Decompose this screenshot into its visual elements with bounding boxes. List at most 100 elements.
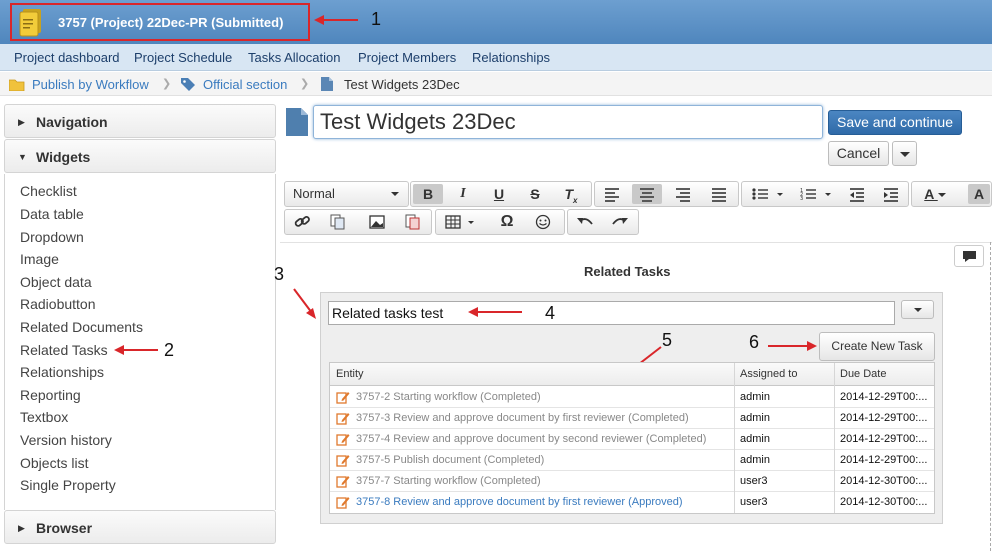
insert-group bbox=[284, 209, 432, 235]
column-header-entity[interactable]: Entity bbox=[336, 368, 364, 380]
task-entity[interactable]: 3757-7 Starting workflow (Completed) bbox=[356, 475, 731, 487]
image-icon[interactable] bbox=[362, 212, 392, 232]
widget-options-dropdown[interactable] bbox=[901, 300, 934, 319]
caret-right-icon: ▶ bbox=[18, 117, 25, 127]
indent-icon[interactable] bbox=[876, 184, 906, 204]
task-entity[interactable]: 3757-4 Review and approve document by se… bbox=[356, 433, 731, 445]
widget-version-history[interactable]: Version history bbox=[20, 432, 112, 448]
italic-icon[interactable]: I bbox=[448, 184, 478, 204]
column-header-due-date[interactable]: Due Date bbox=[840, 368, 886, 380]
task-entity[interactable]: 3757-3 Review and approve document by fi… bbox=[356, 412, 731, 424]
accordion-label: Widgets bbox=[36, 149, 91, 165]
comment-button[interactable] bbox=[954, 245, 984, 267]
underline-icon[interactable]: U bbox=[484, 184, 514, 204]
outdent-icon[interactable] bbox=[842, 184, 872, 204]
create-new-task-button[interactable]: Create New Task bbox=[819, 332, 935, 361]
undo-icon[interactable] bbox=[570, 212, 600, 232]
bulleted-list-icon[interactable] bbox=[744, 184, 788, 204]
caret-down-icon: ▼ bbox=[18, 152, 27, 162]
table-row[interactable]: 3757-8 Review and approve document by fi… bbox=[330, 492, 934, 513]
menu-project-members[interactable]: Project Members bbox=[358, 50, 456, 65]
clear-format-icon[interactable]: Tx bbox=[556, 184, 586, 205]
widget-dropdown[interactable]: Dropdown bbox=[20, 229, 84, 245]
special-character-icon[interactable]: Ω bbox=[492, 212, 522, 232]
strikethrough-icon[interactable]: S bbox=[520, 184, 550, 204]
align-right-icon[interactable] bbox=[668, 184, 698, 204]
widget-radiobutton[interactable]: Radiobutton bbox=[20, 296, 96, 312]
table-row[interactable]: 3757-3 Review and approve document by fi… bbox=[330, 408, 934, 429]
document-insert-icon[interactable] bbox=[397, 212, 427, 232]
widget-reporting[interactable]: Reporting bbox=[20, 387, 81, 403]
align-left-icon[interactable] bbox=[597, 184, 627, 204]
copy-icon[interactable] bbox=[322, 212, 352, 232]
edit-icon[interactable] bbox=[336, 432, 350, 446]
annotation-3: 3 bbox=[274, 264, 285, 284]
link-icon[interactable] bbox=[287, 212, 317, 232]
annotation-arrow-3 bbox=[293, 288, 316, 319]
breadcrumb-publish-by-workflow[interactable]: Publish by Workflow bbox=[32, 77, 149, 92]
widget-related-documents[interactable]: Related Documents bbox=[20, 319, 143, 335]
breadcrumb-official-section[interactable]: Official section bbox=[203, 77, 287, 92]
table-row[interactable]: 3757-5 Publish document (Completed) admi… bbox=[330, 450, 934, 471]
widget-checklist[interactable]: Checklist bbox=[20, 183, 77, 199]
column-header-assigned-to[interactable]: Assigned to bbox=[740, 368, 797, 380]
edit-icon[interactable] bbox=[336, 411, 350, 425]
menu-project-schedule[interactable]: Project Schedule bbox=[134, 50, 232, 65]
smiley-icon[interactable] bbox=[528, 212, 558, 232]
task-entity[interactable]: 3757-5 Publish document (Completed) bbox=[356, 454, 731, 466]
alignment-group bbox=[594, 181, 739, 207]
widget-textbox[interactable]: Textbox bbox=[20, 409, 68, 425]
related-tasks-heading: Related Tasks bbox=[584, 264, 671, 279]
table-icon[interactable] bbox=[438, 212, 484, 232]
title-input[interactable] bbox=[313, 105, 823, 139]
widget-relationships[interactable]: Relationships bbox=[20, 364, 104, 380]
align-justify-icon[interactable] bbox=[704, 184, 734, 204]
task-assignee: user3 bbox=[740, 475, 768, 487]
widget-data-table[interactable]: Data table bbox=[20, 206, 84, 222]
list-group: 123 bbox=[741, 181, 909, 207]
related-tasks-grid: Entity Assigned to Due Date 3757-2 Start… bbox=[329, 362, 935, 514]
widget-single-property[interactable]: Single Property bbox=[20, 477, 116, 493]
task-due-date: 2014-12-29T00:... bbox=[840, 454, 928, 466]
menu-relationships[interactable]: Relationships bbox=[472, 50, 550, 65]
text-style-group: B I U S Tx bbox=[410, 181, 592, 207]
cancel-button[interactable]: Cancel bbox=[828, 141, 889, 166]
related-tasks-title-input[interactable]: Related tasks test bbox=[328, 301, 895, 325]
document-icon bbox=[286, 108, 308, 136]
widget-related-tasks[interactable]: Related Tasks bbox=[20, 342, 108, 358]
accordion-widgets[interactable]: ▼ Widgets bbox=[4, 139, 276, 173]
annotation-arrow-4 bbox=[468, 307, 522, 317]
task-assignee: user3 bbox=[740, 496, 768, 508]
bold-icon[interactable]: B bbox=[413, 184, 443, 204]
menu-project-dashboard[interactable]: Project dashboard bbox=[14, 50, 120, 65]
column-divider bbox=[734, 363, 735, 513]
save-and-continue-button[interactable]: Save and continue bbox=[828, 110, 962, 135]
table-row[interactable]: 3757-2 Starting workflow (Completed) adm… bbox=[330, 387, 934, 408]
accordion-navigation[interactable]: ▶ Navigation bbox=[4, 104, 276, 138]
menu-tasks-allocation[interactable]: Tasks Allocation bbox=[248, 50, 341, 65]
widget-object-data[interactable]: Object data bbox=[20, 274, 92, 290]
table-row[interactable]: 3757-4 Review and approve document by se… bbox=[330, 429, 934, 450]
more-actions-dropdown-button[interactable] bbox=[892, 141, 917, 166]
edit-icon[interactable] bbox=[336, 474, 350, 488]
redo-icon[interactable] bbox=[605, 212, 635, 232]
accordion-browser[interactable]: ▶ Browser bbox=[4, 510, 276, 544]
edit-icon[interactable] bbox=[336, 495, 350, 509]
text-color-icon[interactable]: A bbox=[914, 184, 956, 204]
format-select[interactable]: Normal bbox=[284, 181, 409, 207]
task-due-date: 2014-12-29T00:... bbox=[840, 412, 928, 424]
task-entity[interactable]: 3757-8 Review and approve document by fi… bbox=[356, 496, 731, 508]
edit-icon[interactable] bbox=[336, 453, 350, 467]
task-entity[interactable]: 3757-2 Starting workflow (Completed) bbox=[356, 391, 731, 403]
task-due-date: 2014-12-29T00:... bbox=[840, 391, 928, 403]
caret-right-icon: ▶ bbox=[18, 523, 25, 533]
project-title[interactable]: 3757 (Project) 22Dec-PR (Submitted) bbox=[58, 15, 283, 30]
edit-icon[interactable] bbox=[336, 390, 350, 404]
task-assignee: admin bbox=[740, 454, 770, 466]
widget-objects-list[interactable]: Objects list bbox=[20, 455, 88, 471]
numbered-list-icon[interactable]: 123 bbox=[794, 184, 838, 204]
widget-image[interactable]: Image bbox=[20, 251, 59, 267]
table-row[interactable]: 3757-7 Starting workflow (Completed) use… bbox=[330, 471, 934, 492]
align-center-icon[interactable] bbox=[632, 184, 662, 204]
background-color-icon[interactable]: A bbox=[968, 184, 990, 204]
